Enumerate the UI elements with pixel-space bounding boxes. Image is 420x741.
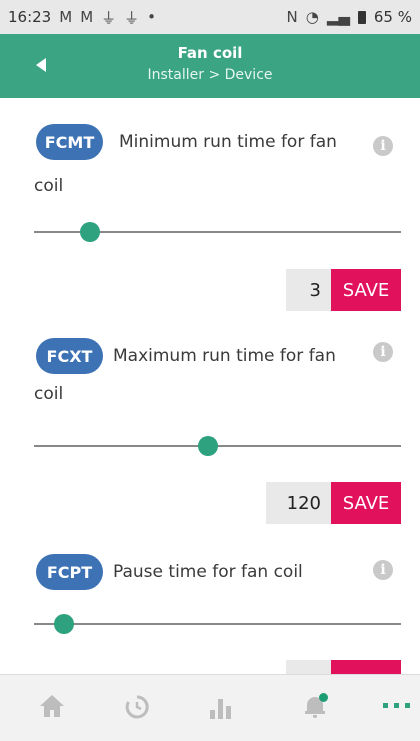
- save-button[interactable]: SAVE: [331, 269, 401, 311]
- battery-icon: [357, 10, 366, 24]
- bottom-nav: [0, 674, 420, 741]
- setting-code-badge: FCMT: [36, 124, 103, 160]
- gmail-icon: M: [80, 8, 94, 26]
- stats-icon[interactable]: [210, 697, 232, 719]
- status-time: 16:23: [8, 8, 52, 26]
- setting-label: Maximum run time for fan: [113, 346, 336, 366]
- setting-label: Pause time for fan coil: [113, 562, 303, 582]
- info-icon[interactable]: i: [373, 342, 393, 362]
- nfc-icon: N: [286, 8, 298, 26]
- usb-icon: ⏚: [101, 8, 117, 27]
- breadcrumb: Installer > Device: [147, 67, 273, 83]
- info-icon[interactable]: i: [373, 560, 393, 580]
- signal-icon: ▂▄: [326, 8, 350, 26]
- notifications-icon[interactable]: [305, 693, 331, 719]
- app-header: Fan coil Installer > Device: [0, 34, 420, 98]
- setting-code-badge: FCXT: [36, 338, 103, 374]
- home-icon[interactable]: [40, 695, 64, 717]
- notification-badge: [319, 693, 328, 702]
- save-button[interactable]: SAVE: [331, 482, 401, 524]
- settings-list[interactable]: FCMT Minimum run time for fan i coil 3 S…: [0, 98, 420, 674]
- setting-label-continued: coil: [34, 384, 64, 404]
- slider-thumb[interactable]: [80, 222, 100, 242]
- more-icon[interactable]: [383, 703, 415, 709]
- value-field[interactable]: 120: [266, 482, 331, 524]
- info-icon[interactable]: i: [373, 136, 393, 156]
- status-bar: 16:23 M M ⏚ ⏚ • N ◔ ▂▄ 65 %: [0, 0, 420, 34]
- page-title: Fan coil: [177, 44, 243, 62]
- battery-percent: 65 %: [373, 8, 412, 26]
- dot-icon: •: [147, 8, 157, 26]
- setting-label-continued: coil: [34, 176, 64, 196]
- slider-thumb[interactable]: [54, 614, 74, 634]
- slider-track[interactable]: [34, 623, 401, 625]
- wifi-icon: ◔: [305, 8, 319, 26]
- setting-code-badge: FCPT: [36, 554, 103, 590]
- save-button[interactable]: SAVE: [331, 660, 401, 674]
- setting-label: Minimum run time for fan: [119, 132, 337, 152]
- slider-thumb[interactable]: [198, 436, 218, 456]
- clock-icon[interactable]: [124, 694, 150, 720]
- gmail-icon: M: [59, 8, 73, 26]
- value-field[interactable]: 3: [286, 269, 331, 311]
- value-field[interactable]: 3: [286, 660, 331, 674]
- usb-icon: ⏚: [124, 8, 140, 27]
